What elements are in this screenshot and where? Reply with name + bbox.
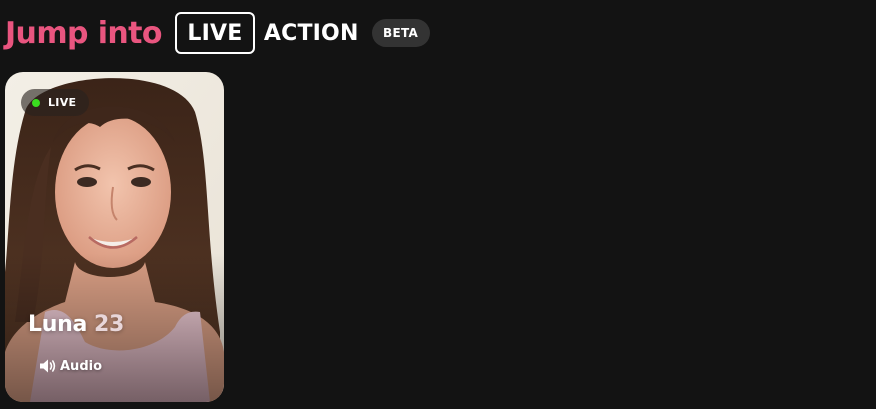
profile-age: 23 (94, 312, 125, 337)
live-status-label: LIVE (48, 96, 77, 109)
green-dot-icon (32, 98, 40, 107)
audio-label: Audio (60, 358, 103, 374)
live-status-pill: LIVE (21, 89, 90, 116)
profile-name-row: Luna 23 (28, 312, 124, 337)
page-title: Jump into (5, 15, 162, 51)
profile-name: Luna (28, 312, 87, 337)
header: Jump into LIVE ACTION BETA (5, 10, 430, 56)
audio-indicator: Audio (39, 358, 102, 374)
page: Jump into LIVE ACTION BETA LIVE Luna 23 … (0, 0, 876, 409)
speaker-icon (40, 359, 56, 373)
beta-badge: BETA (371, 19, 430, 47)
action-label: ACTION (263, 20, 359, 46)
profile-photo (5, 72, 224, 402)
live-label-box: LIVE (174, 12, 255, 54)
profile-card[interactable]: LIVE Luna 23 Audio (5, 72, 224, 402)
